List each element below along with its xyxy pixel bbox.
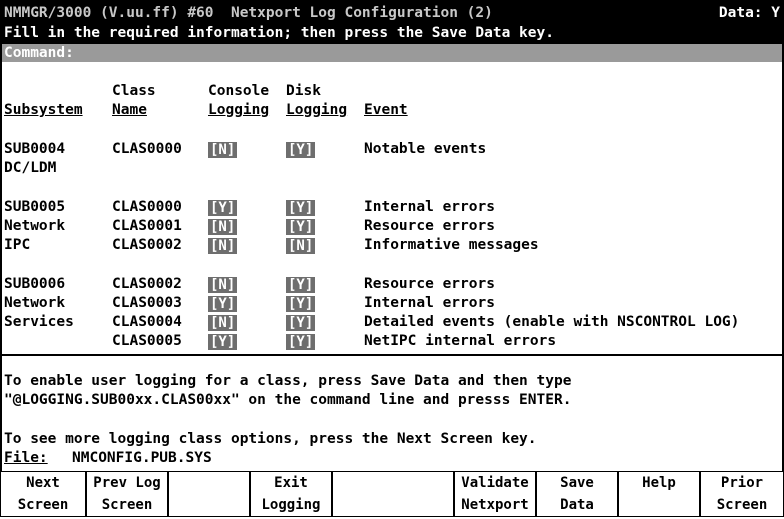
- column-header-console-top: Console: [208, 83, 270, 99]
- event-description: Resource errors: [364, 218, 495, 234]
- file-label: File:: [4, 450, 48, 466]
- console-logging-field[interactable]: [N]: [208, 219, 238, 235]
- help-note: To enable user logging for a class, pres…: [4, 373, 572, 389]
- validate-netxport-key[interactable]: Validate Netxport: [454, 471, 536, 517]
- console-logging-field[interactable]: [N]: [208, 142, 238, 158]
- class-name: CLAS0000: [112, 199, 182, 215]
- class-name: CLAS0004: [112, 314, 182, 330]
- function-key-5-blank[interactable]: [332, 471, 454, 517]
- console-logging-field[interactable]: [N]: [208, 315, 238, 331]
- disk-logging-field[interactable]: [Y]: [286, 315, 316, 331]
- save-data-key[interactable]: Save Data: [536, 471, 618, 517]
- console-logging-field[interactable]: [Y]: [208, 296, 238, 312]
- help-note: "@LOGGING.SUB00xx.CLAS00xx" on the comma…: [4, 392, 572, 408]
- subsystem-label: SUB0006: [4, 276, 66, 292]
- class-name: CLAS0005: [112, 333, 182, 349]
- frame-left-border: [0, 26, 2, 471]
- function-key-3-blank[interactable]: [168, 471, 250, 517]
- column-header-class-top: Class: [112, 83, 156, 99]
- command-label: Command:: [4, 45, 74, 61]
- column-header-event: Event: [364, 102, 408, 118]
- column-header-console-logging: Logging: [208, 102, 270, 118]
- divider: [0, 354, 784, 356]
- class-name: CLAS0000: [112, 141, 182, 157]
- event-description: Notable events: [364, 141, 487, 157]
- class-name: CLAS0003: [112, 295, 182, 311]
- subsystem-label: Network: [4, 218, 66, 234]
- event-description: Internal errors: [364, 199, 495, 215]
- subsystem-label: IPC: [4, 237, 31, 253]
- disk-logging-field[interactable]: [N]: [286, 238, 316, 254]
- disk-logging-field[interactable]: [Y]: [286, 296, 316, 312]
- prev-log-screen-key[interactable]: Prev Log Screen: [86, 471, 168, 517]
- disk-logging-field[interactable]: [Y]: [286, 219, 316, 235]
- disk-logging-field[interactable]: [Y]: [286, 334, 316, 350]
- subsystem-label: Services: [4, 314, 74, 330]
- column-header-class-name: Name: [112, 102, 147, 118]
- event-description: Internal errors: [364, 295, 495, 311]
- event-description: Resource errors: [364, 276, 495, 292]
- class-name: CLAS0002: [112, 237, 182, 253]
- instruction-text: Fill in the required information; then p…: [4, 25, 554, 41]
- subsystem-label: Network: [4, 295, 66, 311]
- event-description: NetIPC internal errors: [364, 333, 557, 349]
- instruction-bar: Fill in the required information; then p…: [0, 22, 784, 44]
- console-logging-field[interactable]: [Y]: [208, 334, 238, 350]
- disk-logging-field[interactable]: [Y]: [286, 142, 316, 158]
- console-logging-field[interactable]: [N]: [208, 277, 238, 293]
- function-key-bar: Next Screen Prev Log Screen Exit Logging…: [0, 471, 784, 519]
- data-indicator: Data: Y: [718, 5, 780, 21]
- console-logging-field[interactable]: [N]: [208, 238, 238, 254]
- disk-logging-field[interactable]: [Y]: [286, 277, 316, 293]
- exit-logging-key[interactable]: Exit Logging: [250, 471, 332, 517]
- subsystem-label: SUB0004: [4, 141, 66, 157]
- console-logging-field[interactable]: [Y]: [208, 200, 238, 216]
- column-header-disk-logging: Logging: [286, 102, 348, 118]
- file-name: NMCONFIG.PUB.SYS: [72, 450, 212, 466]
- subsystem-label: DC/LDM: [4, 160, 57, 176]
- disk-logging-field[interactable]: [Y]: [286, 200, 316, 216]
- screen-title: NMMGR/3000 (V.uu.ff) #60 Netxport Log Co…: [4, 5, 493, 21]
- event-description: Detailed events (enable with NSCONTROL L…: [364, 314, 740, 330]
- class-name: CLAS0002: [112, 276, 182, 292]
- help-note: To see more logging class options, press…: [4, 431, 537, 447]
- column-header-subsystem: Subsystem: [4, 102, 83, 118]
- next-screen-key[interactable]: Next Screen: [0, 471, 86, 517]
- help-key[interactable]: Help: [618, 471, 700, 517]
- column-header-disk-top: Disk: [286, 83, 321, 99]
- command-line[interactable]: Command:: [0, 44, 784, 62]
- event-description: Informative messages: [364, 237, 539, 253]
- class-name: CLAS0001: [112, 218, 182, 234]
- prior-screen-key[interactable]: Prior Screen: [700, 471, 784, 517]
- subsystem-label: SUB0005: [4, 199, 66, 215]
